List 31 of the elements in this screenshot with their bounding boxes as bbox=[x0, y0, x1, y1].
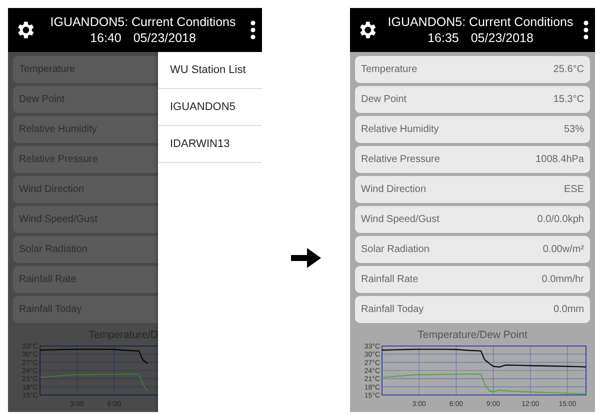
condition-value: 25.6°C bbox=[553, 64, 584, 75]
condition-value: 53% bbox=[564, 124, 584, 135]
condition-value: 0.0/0.0kph bbox=[537, 214, 584, 225]
condition-label: Rainfall Rate bbox=[361, 274, 418, 285]
condition-label: Rainfall Today bbox=[361, 304, 424, 315]
condition-label: Dew Point bbox=[361, 94, 407, 105]
menu-item[interactable]: WU Station List bbox=[158, 52, 262, 89]
screen-title: IGUANDON5: Current Conditions bbox=[50, 14, 236, 30]
overflow-menu-icon[interactable] bbox=[250, 20, 256, 40]
condition-label: Solar Radiation bbox=[361, 244, 430, 255]
condition-value: 15.3°C bbox=[553, 94, 584, 105]
menu-item[interactable]: IGUANDON5 bbox=[158, 89, 262, 126]
menu-item[interactable]: IDARWIN13 bbox=[158, 126, 262, 163]
condition-label: Wind Speed/Gust bbox=[361, 214, 440, 225]
condition-value: 0.00w/m² bbox=[542, 244, 584, 255]
update-date: 05/23/2018 bbox=[470, 30, 534, 46]
condition-value: 0.0mm bbox=[553, 304, 584, 315]
condition-label: Relative Humidity bbox=[361, 124, 439, 135]
screen-title: IGUANDON5: Current Conditions bbox=[388, 14, 574, 30]
condition-value: 0.0mm/hr bbox=[542, 274, 584, 285]
update-date: 05/23/2018 bbox=[133, 30, 196, 46]
condition-value: ESE bbox=[564, 184, 584, 195]
condition-label: Temperature bbox=[361, 64, 418, 75]
condition-label: Wind Direction bbox=[361, 184, 426, 195]
update-time: 16:40 bbox=[90, 30, 122, 46]
update-time: 16:35 bbox=[428, 30, 459, 46]
condition-value: 1008.4hPa bbox=[536, 154, 584, 165]
condition-label: Relative Pressure bbox=[361, 154, 440, 165]
chart-title: Temperature/Dew Point bbox=[416, 329, 528, 341]
overflow-menu-icon[interactable] bbox=[583, 20, 589, 40]
right-arrow-icon bbox=[291, 246, 321, 270]
